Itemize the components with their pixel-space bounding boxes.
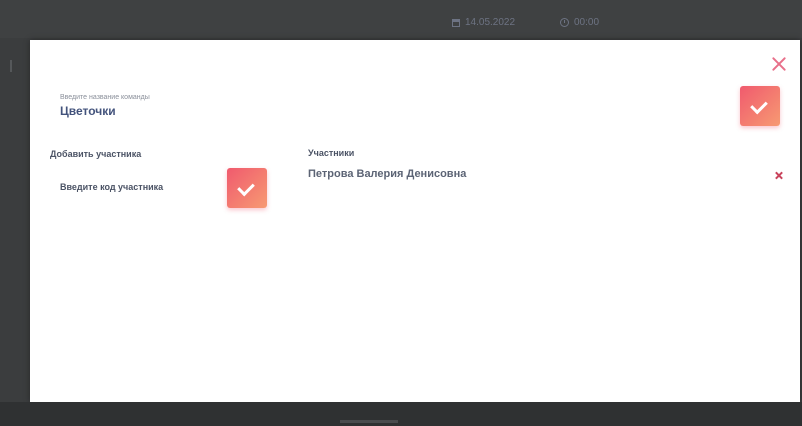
header-time: 00:00: [560, 17, 599, 28]
check-icon: [237, 178, 255, 197]
footer-strip: [0, 402, 802, 426]
member-code-input[interactable]: [60, 182, 210, 192]
team-modal: Введите название команды Добавить участн…: [30, 40, 800, 402]
team-name-input[interactable]: [60, 104, 360, 118]
footer-handle: [340, 420, 398, 423]
check-icon: [750, 96, 768, 115]
add-member-button[interactable]: [227, 168, 267, 208]
close-icon[interactable]: [770, 55, 788, 73]
calendar-icon: [452, 18, 460, 27]
remove-member-icon[interactable]: [775, 172, 782, 179]
sidebar-edge: [10, 60, 12, 72]
members-heading: Участники: [308, 148, 355, 158]
team-name-caption: Введите название команды: [60, 94, 150, 101]
header-time-text: 00:00: [574, 17, 600, 28]
header-date-text: 14.05.2022: [465, 17, 516, 28]
confirm-team-button[interactable]: [740, 86, 780, 126]
add-member-heading: Добавить участника: [50, 149, 142, 159]
clock-icon: [560, 18, 569, 27]
list-item: Петрова Валерия Денисовна: [308, 168, 788, 184]
app-header: 14.05.2022 00:00: [0, 0, 802, 38]
member-name: Петрова Валерия Денисовна: [308, 168, 467, 180]
team-name-field: Введите название команды: [60, 93, 620, 120]
header-date: 14.05.2022: [452, 17, 515, 28]
